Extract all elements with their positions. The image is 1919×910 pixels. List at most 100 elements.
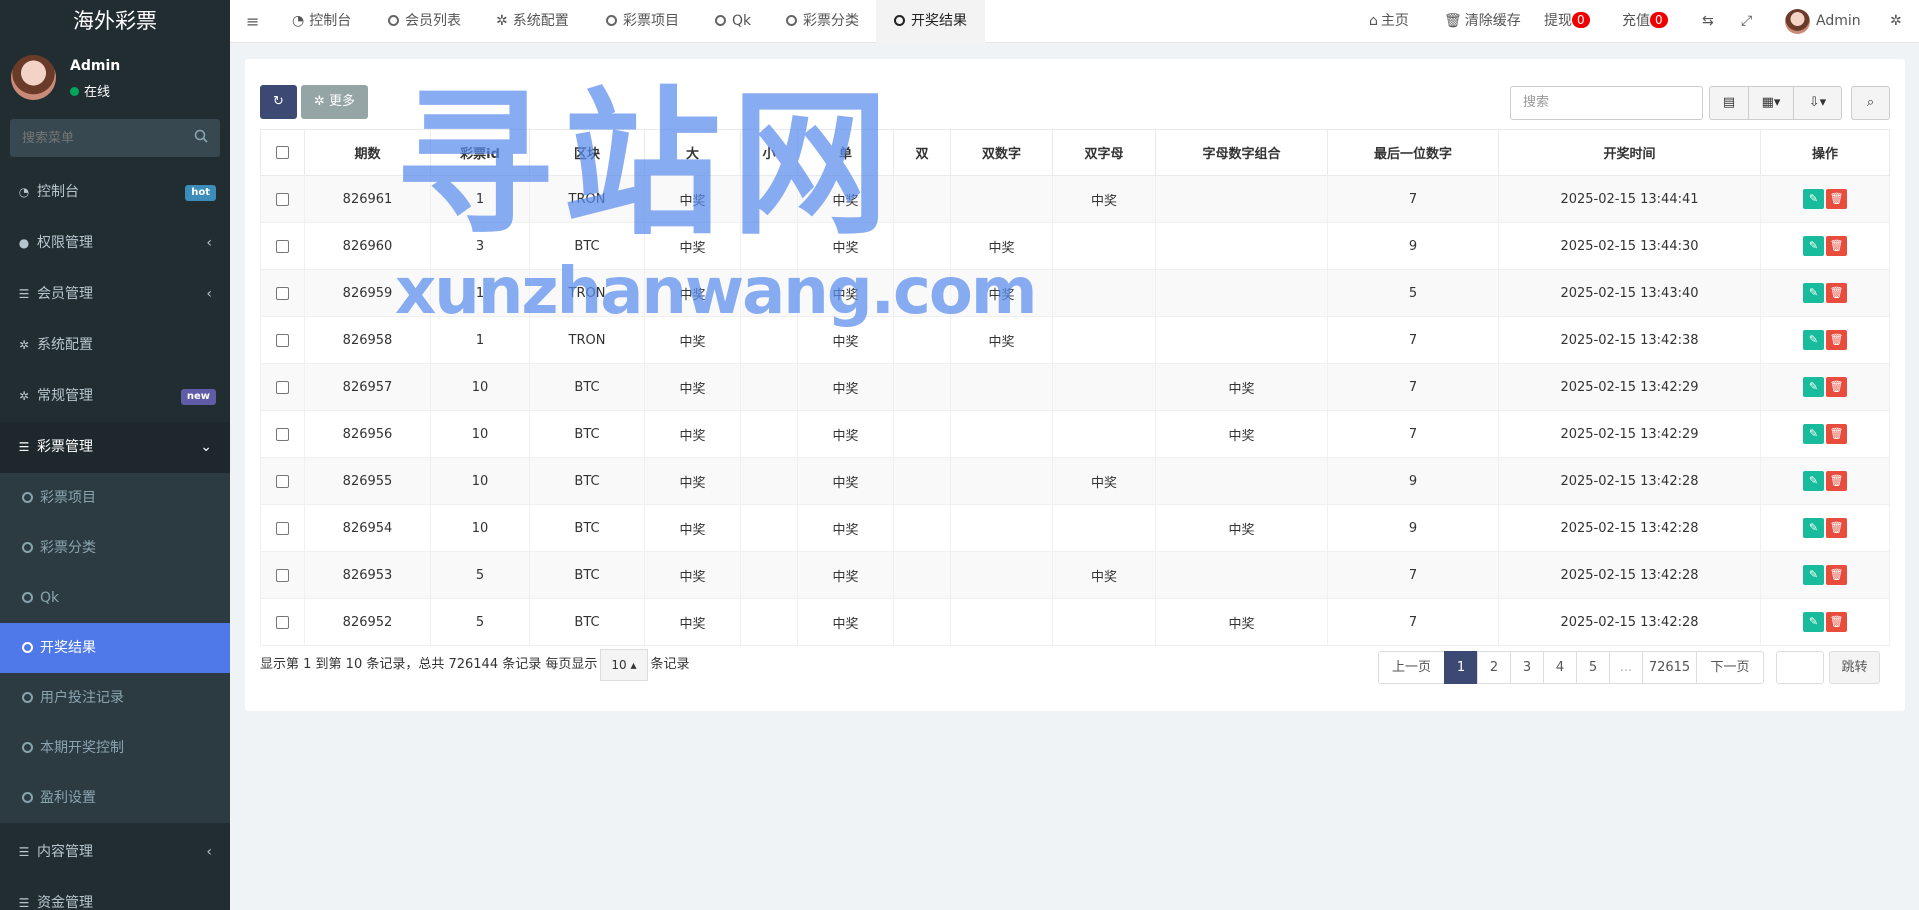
delete-button[interactable]: 🗑 — [1826, 612, 1847, 632]
col-header[interactable]: 开奖时间 — [1498, 129, 1761, 176]
recharge-link[interactable]: 充值 0 — [1622, 0, 1668, 43]
sidebar-subitem-draw-control[interactable]: 本期开奖控制 — [0, 723, 230, 773]
fullscreen-icon[interactable]: ⤢ — [1741, 0, 1752, 43]
edit-button[interactable]: ✎ — [1803, 565, 1824, 585]
delete-button[interactable]: 🗑 — [1826, 189, 1847, 209]
edit-button[interactable]: ✎ — [1803, 330, 1824, 350]
table-row[interactable]: 826955 10 BTC 中奖 中奖 中奖 9 2025-02-15 13:42:28 ✎ 🗑 — [260, 457, 1890, 505]
edit-button[interactable]: ✎ — [1803, 283, 1824, 303]
col-header[interactable]: 彩票id — [430, 129, 530, 176]
row-checkbox[interactable] — [276, 239, 289, 253]
row-checkbox[interactable] — [276, 427, 289, 441]
columns-button[interactable]: ▦▾ — [1748, 86, 1794, 120]
edit-button[interactable]: ✎ — [1803, 189, 1824, 209]
language-icon[interactable]: ⇆ — [1702, 0, 1714, 43]
edit-button[interactable]: ✎ — [1803, 424, 1824, 444]
delete-button[interactable]: 🗑 — [1826, 330, 1847, 350]
more-button[interactable]: ✲ 更多 — [301, 85, 368, 119]
col-header[interactable]: 双 — [893, 129, 951, 176]
table-row[interactable]: 826953 5 BTC 中奖 中奖 中奖 7 2025-02-15 13:42:28 ✎ 🗑 — [260, 551, 1890, 599]
search-icon[interactable] — [194, 129, 208, 143]
col-header[interactable]: 大 — [644, 129, 741, 176]
page-button[interactable]: 5 — [1576, 651, 1610, 684]
sidebar-subitem-draw-results[interactable]: 开奖结果 — [0, 623, 230, 673]
row-checkbox[interactable] — [276, 333, 289, 347]
table-row[interactable]: 826960 3 BTC 中奖 中奖 中奖 9 2025-02-15 13:44:30 ✎ 🗑 — [260, 222, 1890, 270]
home-link[interactable]: ⌂ 主页 — [1369, 0, 1409, 43]
delete-button[interactable]: 🗑 — [1826, 471, 1847, 491]
page-button[interactable]: 1 — [1444, 651, 1478, 684]
select-all-checkbox[interactable] — [276, 146, 289, 159]
col-header[interactable]: 区块 — [529, 129, 645, 176]
tab-system-config[interactable]: ✲ 系统配置 — [496, 0, 569, 43]
table-row[interactable]: 826959 1 TRON 中奖 中奖 中奖 5 2025-02-15 13:43:40 ✎ 🗑 — [260, 269, 1890, 317]
tab-lottery-projects[interactable]: 彩票项目 — [606, 0, 679, 43]
edit-button[interactable]: ✎ — [1803, 612, 1824, 632]
col-header[interactable]: 单 — [797, 129, 894, 176]
prev-page-button[interactable]: 上一页 — [1378, 651, 1445, 684]
export-button[interactable]: ⇩▾ — [1793, 86, 1842, 120]
sidebar-item-permissions[interactable]: ● 权限管理 ‹ — [0, 218, 230, 269]
edit-button[interactable]: ✎ — [1803, 377, 1824, 397]
delete-button[interactable]: 🗑 — [1826, 236, 1847, 256]
sidebar-subitem-profit-settings[interactable]: 盈利设置 — [0, 773, 230, 823]
delete-button[interactable]: 🗑 — [1826, 424, 1847, 444]
col-header[interactable]: 双字母 — [1052, 129, 1156, 176]
tab-draw-results[interactable]: 开奖结果 — [876, 0, 985, 43]
page-button[interactable]: 2 — [1477, 651, 1511, 684]
edit-button[interactable]: ✎ — [1803, 518, 1824, 538]
col-header[interactable]: 期数 — [304, 129, 431, 176]
table-row[interactable]: 826961 1 TRON 中奖 中奖 中奖 7 2025-02-15 13:44:41 ✎ 🗑 — [260, 175, 1890, 223]
table-row[interactable]: 826952 5 BTC 中奖 中奖 中奖 7 2025-02-15 13:42:28 ✎ 🗑 — [260, 598, 1890, 646]
jump-page-input[interactable] — [1776, 651, 1824, 684]
tab-dashboard[interactable]: ◔ 控制台 — [292, 0, 351, 43]
row-checkbox[interactable] — [276, 568, 289, 582]
sidebar-item-members[interactable]: ☰ 会员管理 ‹ — [0, 269, 230, 320]
app-logo[interactable]: 海外彩票 — [0, 0, 230, 43]
table-row[interactable]: 826956 10 BTC 中奖 中奖 中奖 7 2025-02-15 13:42:29 ✎ 🗑 — [260, 410, 1890, 458]
menu-search-input[interactable] — [10, 119, 220, 157]
settings-gear-icon[interactable]: ✲ — [1890, 0, 1902, 43]
sidebar-subitem-lottery-projects[interactable]: 彩票项目 — [0, 473, 230, 523]
col-header[interactable]: 双数字 — [950, 129, 1053, 176]
tab-lottery-categories[interactable]: 彩票分类 — [786, 0, 859, 43]
delete-button[interactable]: 🗑 — [1826, 518, 1847, 538]
row-checkbox[interactable] — [276, 192, 289, 206]
col-header[interactable]: 字母数字组合 — [1155, 129, 1328, 176]
page-button[interactable]: 3 — [1510, 651, 1544, 684]
sidebar-subitem-bet-records[interactable]: 用户投注记录 — [0, 673, 230, 723]
sidebar-item-funds[interactable]: ☰ 资金管理 — [0, 878, 230, 910]
sidebar-item-lottery[interactable]: ☰ 彩票管理 ⌄ — [0, 422, 230, 473]
refresh-button[interactable]: ↻ — [260, 85, 297, 119]
sidebar-item-content[interactable]: ☰ 内容管理 ‹ — [0, 827, 230, 878]
menu-toggle-icon[interactable]: ≡ — [246, 0, 259, 43]
clear-cache-button[interactable]: 🗑 清除缓存 — [1444, 0, 1521, 43]
tab-qk[interactable]: Qk — [715, 0, 751, 43]
page-button[interactable]: 72615 — [1642, 651, 1697, 684]
tab-member-list[interactable]: 会员列表 — [388, 0, 461, 43]
table-row[interactable]: 826957 10 BTC 中奖 中奖 中奖 7 2025-02-15 13:42:29 ✎ 🗑 — [260, 363, 1890, 411]
table-search-input[interactable]: 搜索 — [1510, 86, 1703, 120]
sidebar-subitem-lottery-categories[interactable]: 彩票分类 — [0, 523, 230, 573]
row-checkbox[interactable] — [276, 380, 289, 394]
edit-button[interactable]: ✎ — [1803, 236, 1824, 256]
jump-button[interactable]: 跳转 — [1829, 651, 1880, 684]
row-checkbox[interactable] — [276, 474, 289, 488]
page-size-select[interactable]: 10 ▴ — [600, 648, 648, 681]
sidebar-item-dashboard[interactable]: ◔ 控制台 hot — [0, 167, 230, 218]
sidebar-item-general[interactable]: ✲ 常规管理 new — [0, 371, 230, 422]
delete-button[interactable]: 🗑 — [1826, 565, 1847, 585]
sidebar-subitem-qk[interactable]: Qk — [0, 573, 230, 623]
col-header[interactable]: 小 — [740, 129, 798, 176]
row-checkbox[interactable] — [276, 286, 289, 300]
next-page-button[interactable]: 下一页 — [1696, 651, 1764, 684]
row-checkbox[interactable] — [276, 615, 289, 629]
page-button[interactable]: 4 — [1543, 651, 1577, 684]
admin-menu[interactable]: Admin — [1785, 0, 1861, 43]
delete-button[interactable]: 🗑 — [1826, 283, 1847, 303]
row-checkbox[interactable] — [276, 521, 289, 535]
edit-button[interactable]: ✎ — [1803, 471, 1824, 491]
table-row[interactable]: 826954 10 BTC 中奖 中奖 中奖 9 2025-02-15 13:42:28 ✎ 🗑 — [260, 504, 1890, 552]
sidebar-item-system-config[interactable]: ✲ 系统配置 — [0, 320, 230, 371]
withdraw-link[interactable]: 提现 0 — [1544, 0, 1590, 43]
